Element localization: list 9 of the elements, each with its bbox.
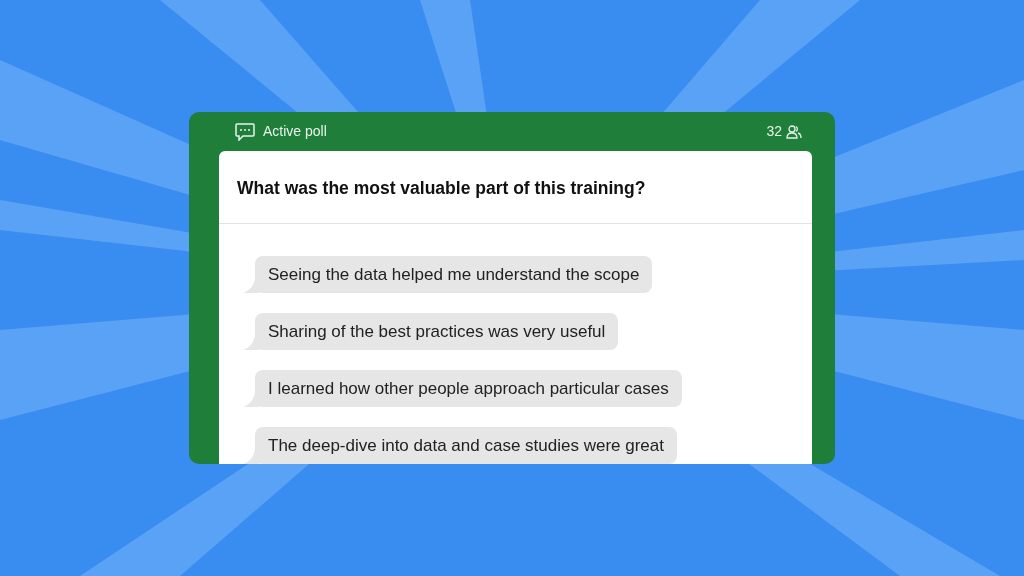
answer-bubble: Seeing the data helped me understand the scope (255, 256, 653, 294)
poll-status: Active poll (263, 122, 327, 141)
answer-bubble: The deep-dive into data and case studies were great (255, 427, 677, 464)
answer-bubble: Sharing of the best practices was very useful (255, 313, 619, 351)
people-icon (786, 124, 802, 139)
poll-question: What was the most valuable part of this training? (219, 151, 812, 225)
answer-bubble: I learned how other people approach particular cases (255, 370, 682, 408)
chat-icon (235, 122, 255, 141)
participant-count: 32 (766, 122, 782, 141)
